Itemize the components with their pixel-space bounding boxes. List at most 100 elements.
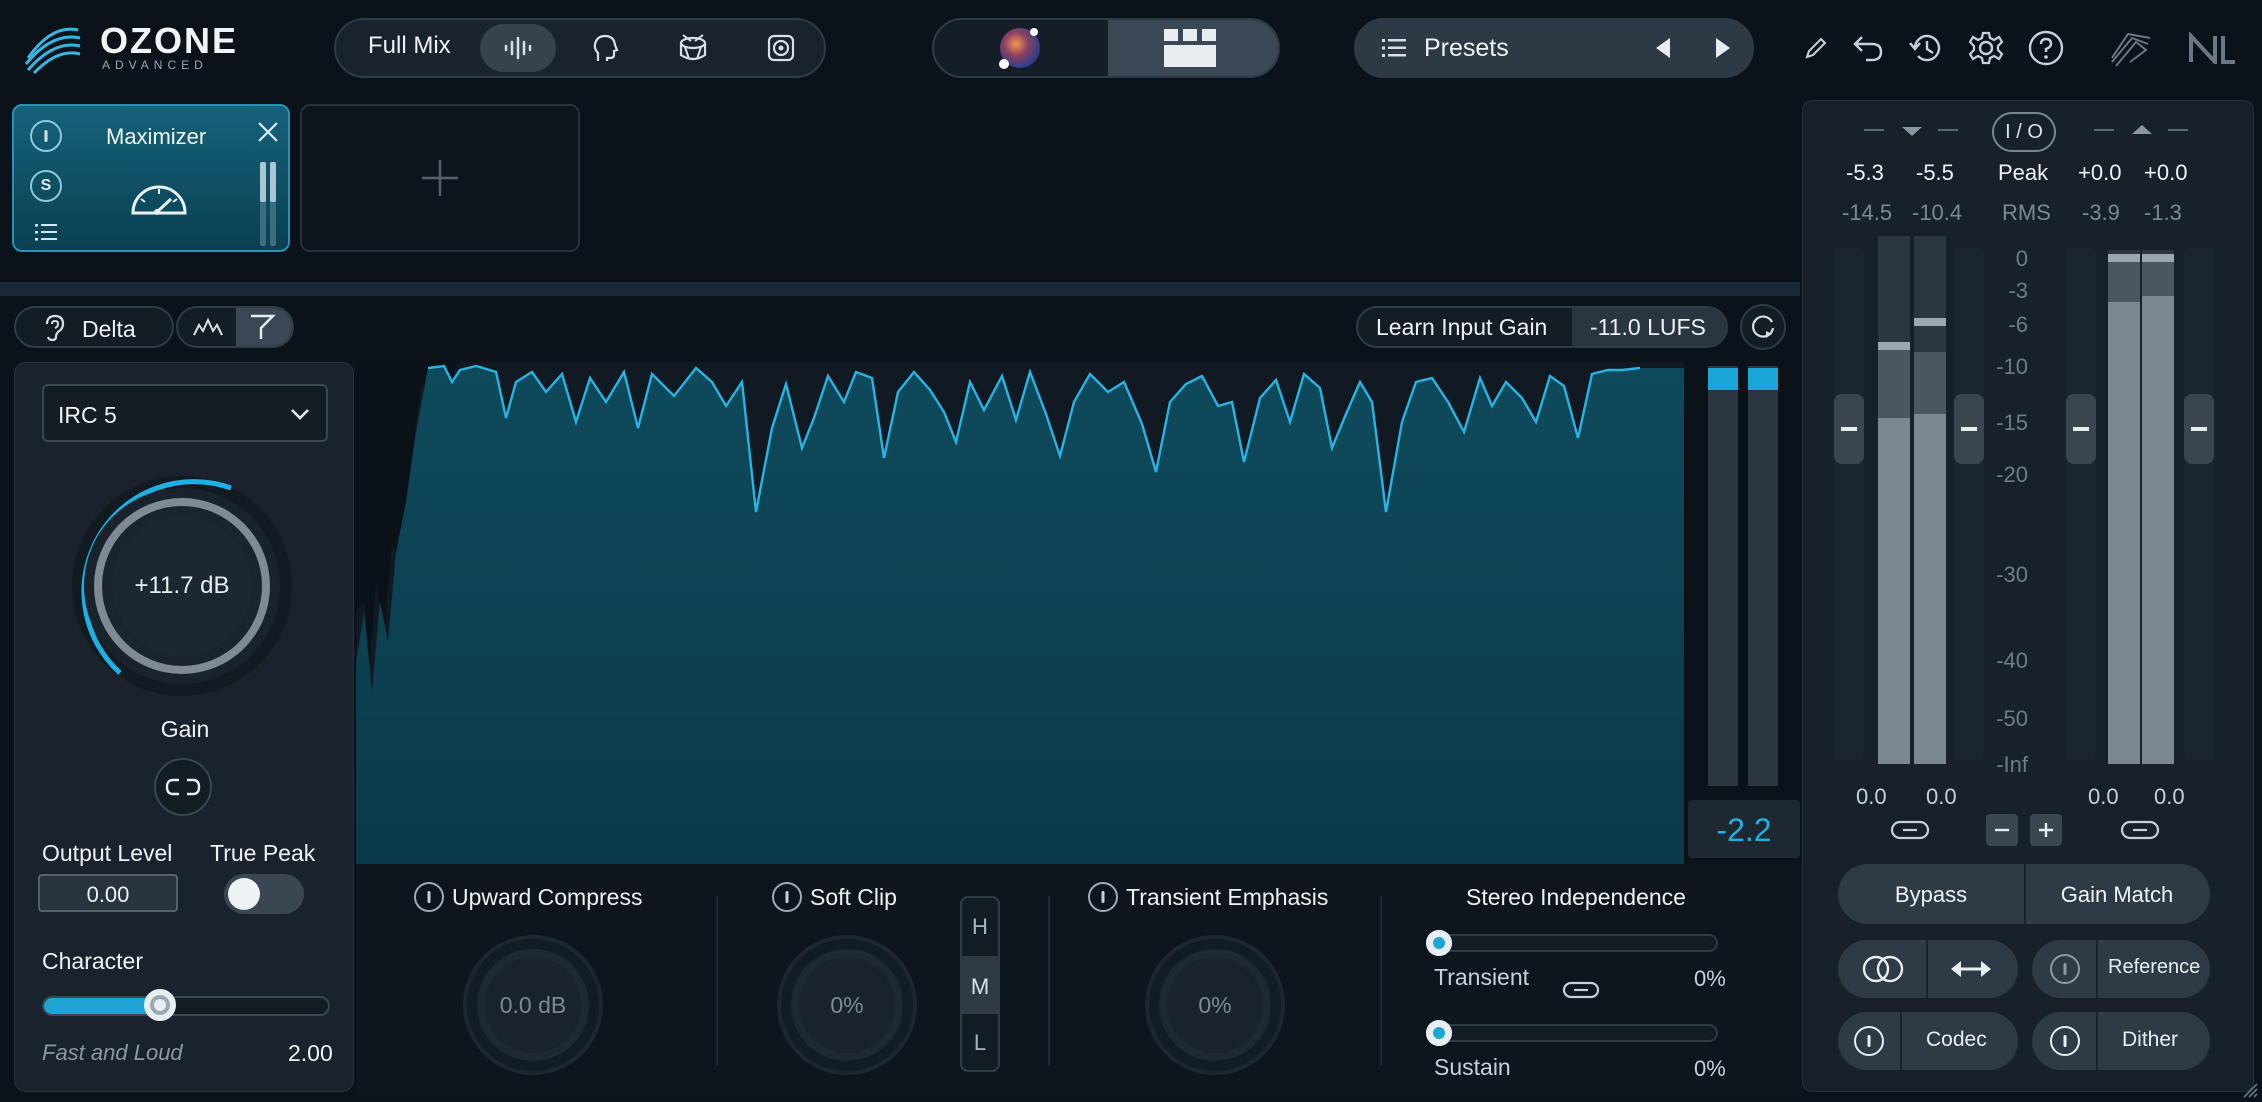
bypass-button[interactable]: Bypass bbox=[1838, 882, 2024, 908]
input-rms-left: -14.5 bbox=[1842, 200, 1893, 225]
link-icon bbox=[1890, 820, 1930, 840]
pencil-button[interactable] bbox=[1798, 30, 1834, 66]
output-gain-fader-left-thumb[interactable] bbox=[2066, 394, 2096, 464]
stereo-sustain-slider[interactable] bbox=[1428, 1024, 1718, 1042]
learn-input-gain-button[interactable]: Learn Input Gain bbox=[1376, 314, 1547, 341]
transient-emphasis-power-button[interactable] bbox=[1088, 882, 1118, 912]
undo-icon bbox=[1853, 36, 1883, 62]
output-gain-left-value[interactable]: 0.0 bbox=[2088, 784, 2119, 810]
true-peak-toggle[interactable] bbox=[224, 874, 304, 914]
scale-3: -3 bbox=[2008, 278, 2028, 303]
module-chain-view-button[interactable] bbox=[1150, 22, 1230, 74]
output-gain-fader-right[interactable] bbox=[2184, 248, 2214, 760]
input-peak-right: -5.5 bbox=[1916, 160, 1954, 185]
hml-low-button[interactable]: L bbox=[960, 1030, 1000, 1056]
resize-handle[interactable] bbox=[2238, 1078, 2260, 1100]
ozone-logo-icon bbox=[24, 27, 81, 74]
next-preset-button[interactable] bbox=[1706, 30, 1740, 66]
upward-compress-knob[interactable]: 0.0 dB bbox=[462, 934, 604, 1076]
gr-meter-right bbox=[1748, 366, 1778, 786]
add-module-button[interactable] bbox=[300, 104, 580, 252]
upward-compress-power-button[interactable] bbox=[414, 882, 444, 912]
maximizer-gauge-icon bbox=[124, 172, 194, 222]
settings-button[interactable] bbox=[1966, 28, 2006, 68]
upward-compress-label: Upward Compress bbox=[452, 884, 643, 910]
presets-list-icon[interactable] bbox=[1378, 32, 1410, 64]
soft-clip-power-button[interactable] bbox=[772, 882, 802, 912]
ozone-logo[interactable]: OZONE ADVANCED bbox=[22, 18, 252, 74]
master-assistant-button[interactable] bbox=[980, 22, 1060, 74]
stereo-transient-slider[interactable] bbox=[1428, 934, 1718, 952]
scale-10: -10 bbox=[1996, 354, 2028, 379]
meter-zoom-in-button[interactable] bbox=[2030, 814, 2062, 846]
lufs-target-value[interactable]: -11.0 LUFS bbox=[1590, 314, 1706, 341]
reference-button[interactable]: Reference bbox=[2032, 940, 2210, 998]
input-gain-fader-left-thumb[interactable] bbox=[1834, 394, 1864, 464]
stereo-transient-label: Transient bbox=[1434, 964, 1530, 990]
scale-0: 0 bbox=[2015, 246, 2028, 271]
hml-mid-button[interactable]: M bbox=[960, 974, 1000, 1000]
gain-link-button[interactable] bbox=[154, 758, 212, 816]
irc-mode-dropdown[interactable]: IRC 5 bbox=[42, 384, 328, 442]
transient-emphasis-knob[interactable]: 0% bbox=[1144, 934, 1286, 1076]
output-level-value: 0.00 bbox=[86, 882, 130, 907]
drums-view-button[interactable] bbox=[668, 24, 718, 72]
meter-zoom-out-button[interactable] bbox=[1986, 814, 2018, 846]
output-gain-right-value[interactable]: 0.0 bbox=[2154, 784, 2185, 810]
waveform-view-button[interactable] bbox=[480, 24, 556, 72]
input-link-button[interactable] bbox=[1888, 816, 1932, 844]
input-gain-fader-left[interactable] bbox=[1834, 248, 1864, 760]
izotope-logo-button[interactable] bbox=[2106, 26, 2156, 70]
output-link-button[interactable] bbox=[2118, 816, 2162, 844]
output-level-field[interactable]: 0.00 bbox=[38, 874, 178, 912]
input-gain-left-value[interactable]: 0.0 bbox=[1856, 784, 1887, 810]
mono-button[interactable] bbox=[1848, 946, 1918, 992]
previous-preset-button[interactable] bbox=[1646, 30, 1680, 66]
vocal-view-button[interactable] bbox=[580, 24, 630, 72]
upward-compress-value: 0.0 dB bbox=[499, 992, 567, 1018]
ni-logo-button[interactable] bbox=[2188, 28, 2238, 68]
stereo-transient-thumb[interactable] bbox=[1426, 930, 1452, 956]
power-icon bbox=[427, 891, 431, 903]
input-gain-right-value[interactable]: 0.0 bbox=[1926, 784, 1957, 810]
maximizer-module[interactable]: S Maximizer bbox=[12, 104, 290, 252]
output-gain-fader-right-thumb[interactable] bbox=[2184, 394, 2214, 464]
presets-button[interactable]: Presets bbox=[1424, 34, 1509, 63]
swap-channels-button[interactable] bbox=[1936, 946, 2006, 992]
codec-button[interactable]: Codec bbox=[1838, 1012, 2018, 1070]
module-solo-button[interactable]: S bbox=[30, 170, 62, 202]
output-gain-fader-left[interactable] bbox=[2066, 248, 2096, 760]
history-button[interactable] bbox=[1906, 28, 1946, 68]
transient-emphasis-value: 0% bbox=[1198, 992, 1232, 1018]
waveform-mode-button[interactable] bbox=[186, 310, 230, 344]
module-close-button[interactable] bbox=[254, 118, 282, 146]
speaker-view-button[interactable] bbox=[756, 24, 806, 72]
divider-3 bbox=[1380, 896, 1382, 1066]
soft-clip-knob[interactable]: 0% bbox=[776, 934, 918, 1076]
module-power-button[interactable] bbox=[30, 120, 62, 152]
stereo-sustain-thumb[interactable] bbox=[1426, 1020, 1452, 1046]
delta-button[interactable]: Delta bbox=[14, 306, 174, 348]
full-mix-selector[interactable]: Full Mix bbox=[368, 32, 451, 60]
gain-reduction-mode-button[interactable] bbox=[240, 310, 284, 344]
minus-icon bbox=[1995, 828, 2009, 832]
output-peak-left: +0.0 bbox=[2078, 160, 2122, 185]
hml-high-button[interactable]: H bbox=[960, 914, 1000, 940]
io-toggle-button[interactable]: I / O bbox=[1992, 112, 2056, 152]
dither-button[interactable]: Dither bbox=[2032, 1012, 2210, 1070]
gain-knob[interactable]: +11.7 dB bbox=[64, 468, 300, 704]
help-button[interactable] bbox=[2026, 28, 2066, 68]
gain-match-button[interactable]: Gain Match bbox=[2024, 882, 2210, 908]
head-icon bbox=[593, 34, 619, 61]
module-menu-icon[interactable] bbox=[30, 218, 62, 246]
character-slider-track[interactable] bbox=[42, 989, 330, 1021]
stereo-sustain-value: 0% bbox=[1694, 1056, 1726, 1081]
stereo-link-button[interactable] bbox=[1560, 976, 1602, 1004]
learn-refresh-button[interactable] bbox=[1740, 304, 1786, 350]
dither-power-icon[interactable] bbox=[2050, 1026, 2080, 1056]
reference-power-icon[interactable] bbox=[2050, 954, 2080, 984]
undo-button[interactable] bbox=[1848, 28, 1888, 68]
module-name: Maximizer bbox=[106, 124, 207, 149]
codec-power-icon[interactable] bbox=[1854, 1026, 1884, 1056]
power-icon bbox=[1101, 891, 1105, 903]
